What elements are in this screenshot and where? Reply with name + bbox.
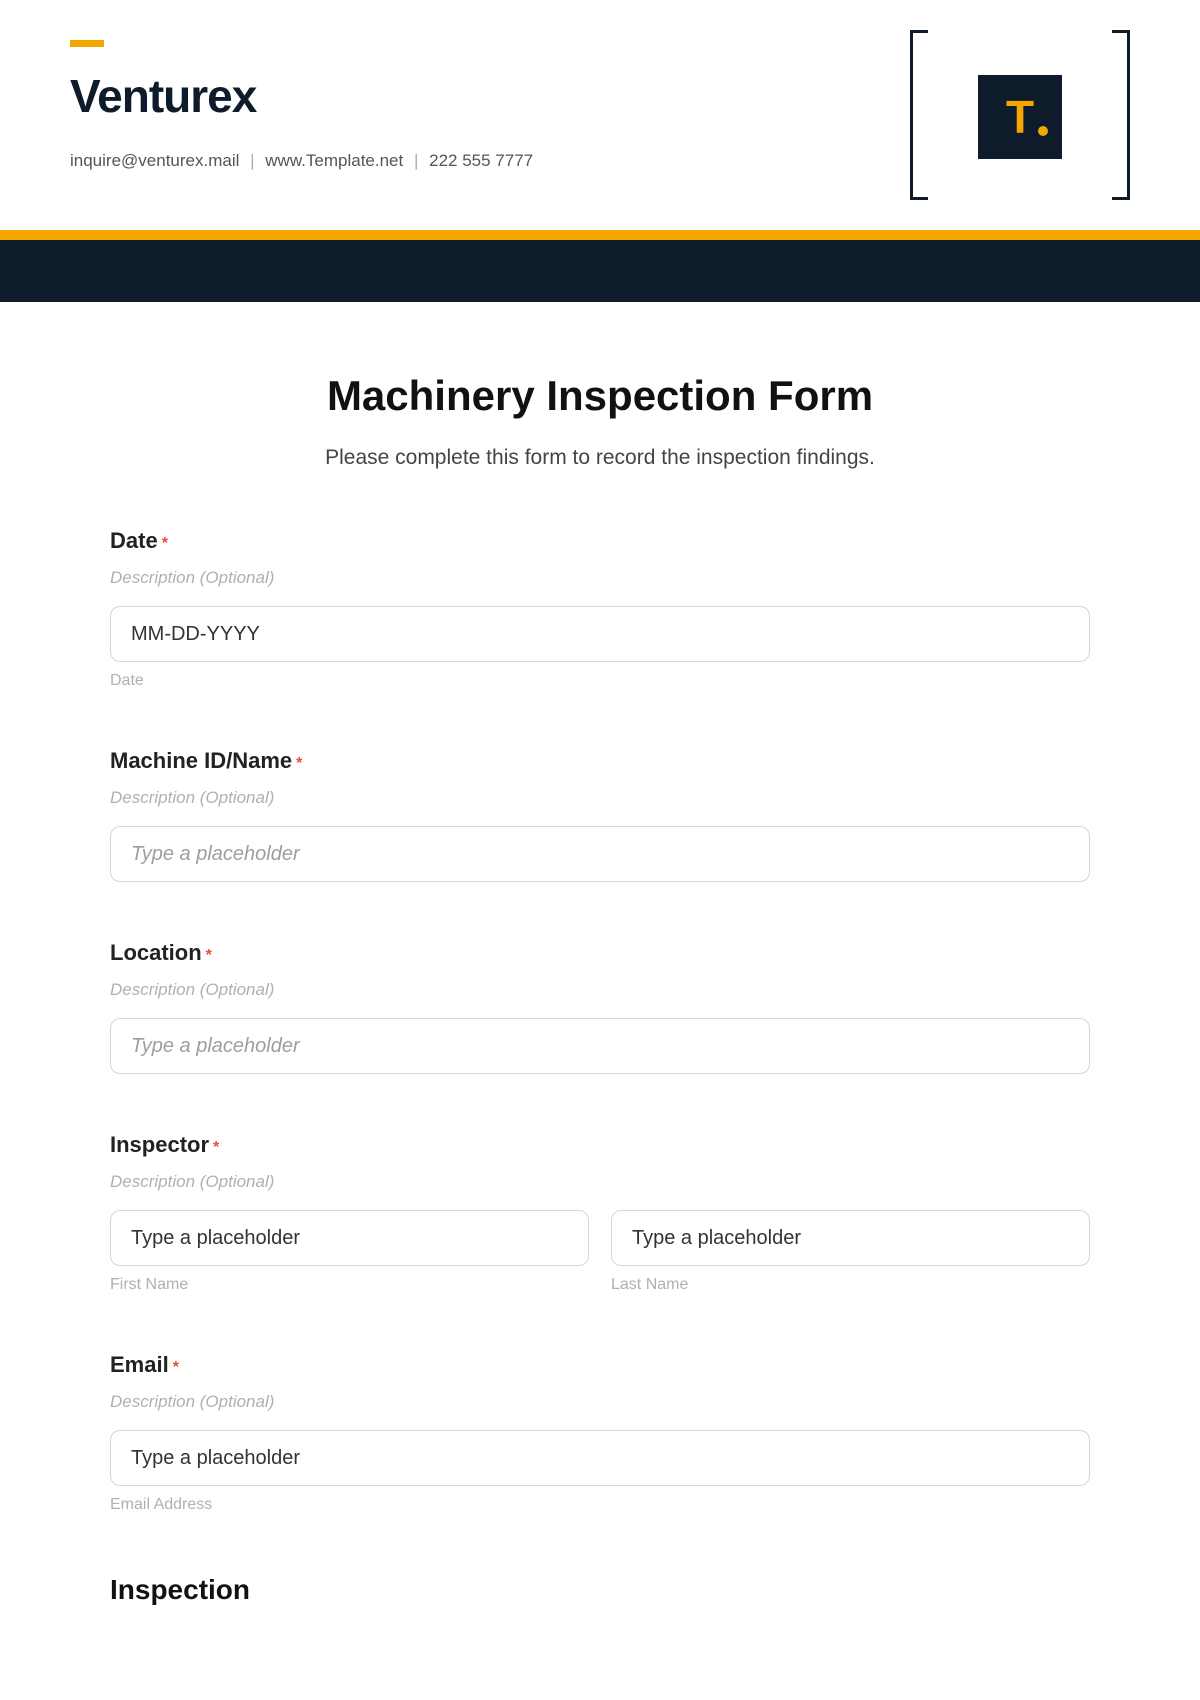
inspector-first-input[interactable] xyxy=(110,1210,589,1266)
brand-block: Venturex inquire@venturex.mail | www.Tem… xyxy=(70,40,533,171)
date-sublabel: Date xyxy=(110,672,1090,690)
logo-frame: T xyxy=(910,30,1130,200)
bracket-left-icon xyxy=(910,30,928,200)
inspector-last-input[interactable] xyxy=(611,1210,1090,1266)
inspector-first-col: First Name xyxy=(110,1210,589,1294)
header: Venturex inquire@venturex.mail | www.Tem… xyxy=(70,40,1130,200)
contact-phone: 222 555 7777 xyxy=(429,151,533,170)
date-input[interactable] xyxy=(110,606,1090,662)
divider-yellow xyxy=(0,230,1200,240)
field-label-row: Email* xyxy=(110,1352,1090,1378)
logo-dot-icon xyxy=(1038,126,1048,136)
required-star-icon: * xyxy=(206,947,212,964)
field-location: Location* Description (Optional) xyxy=(110,940,1090,1074)
inspector-label: Inspector xyxy=(110,1132,209,1157)
required-star-icon: * xyxy=(173,1359,179,1376)
inspector-name-row: First Name Last Name xyxy=(110,1210,1090,1294)
field-email: Email* Description (Optional) Email Addr… xyxy=(110,1352,1090,1514)
email-input[interactable] xyxy=(110,1430,1090,1486)
required-star-icon: * xyxy=(162,535,168,552)
separator: | xyxy=(414,151,418,170)
location-input[interactable] xyxy=(110,1018,1090,1074)
required-star-icon: * xyxy=(296,755,302,772)
contact-email: inquire@venturex.mail xyxy=(70,151,239,170)
contact-line: inquire@venturex.mail | www.Template.net… xyxy=(70,151,533,171)
page: Venturex inquire@venturex.mail | www.Tem… xyxy=(0,0,1200,1666)
section-inspection-heading: Inspection xyxy=(110,1574,1090,1606)
contact-website: www.Template.net xyxy=(265,151,403,170)
field-label-row: Date* xyxy=(110,528,1090,554)
logo-badge: T xyxy=(978,75,1062,159)
form-title: Machinery Inspection Form xyxy=(110,372,1090,420)
required-star-icon: * xyxy=(213,1139,219,1156)
field-inspector: Inspector* Description (Optional) First … xyxy=(110,1132,1090,1294)
divider-navy xyxy=(0,240,1200,302)
date-description[interactable]: Description (Optional) xyxy=(110,568,1090,588)
field-date: Date* Description (Optional) Date xyxy=(110,528,1090,690)
email-sublabel: Email Address xyxy=(110,1496,1090,1514)
field-label-row: Inspector* xyxy=(110,1132,1090,1158)
location-description[interactable]: Description (Optional) xyxy=(110,980,1090,1000)
form-container: Machinery Inspection Form Please complet… xyxy=(70,302,1130,1606)
machine-input[interactable] xyxy=(110,826,1090,882)
field-machine: Machine ID/Name* Description (Optional) xyxy=(110,748,1090,882)
inspector-last-sublabel: Last Name xyxy=(611,1276,1090,1294)
field-label-row: Location* xyxy=(110,940,1090,966)
machine-label: Machine ID/Name xyxy=(110,748,292,773)
brand-name: Venturex xyxy=(70,69,533,123)
inspector-last-col: Last Name xyxy=(611,1210,1090,1294)
location-label: Location xyxy=(110,940,202,965)
inspector-description[interactable]: Description (Optional) xyxy=(110,1172,1090,1192)
bracket-right-icon xyxy=(1112,30,1130,200)
date-label: Date xyxy=(110,528,158,553)
machine-description[interactable]: Description (Optional) xyxy=(110,788,1090,808)
logo-letter: T xyxy=(1006,90,1034,144)
separator: | xyxy=(250,151,254,170)
form-subtitle: Please complete this form to record the … xyxy=(110,446,1090,470)
email-label: Email xyxy=(110,1352,169,1377)
field-label-row: Machine ID/Name* xyxy=(110,748,1090,774)
inspector-first-sublabel: First Name xyxy=(110,1276,589,1294)
email-description[interactable]: Description (Optional) xyxy=(110,1392,1090,1412)
brand-accent-bar xyxy=(70,40,104,47)
